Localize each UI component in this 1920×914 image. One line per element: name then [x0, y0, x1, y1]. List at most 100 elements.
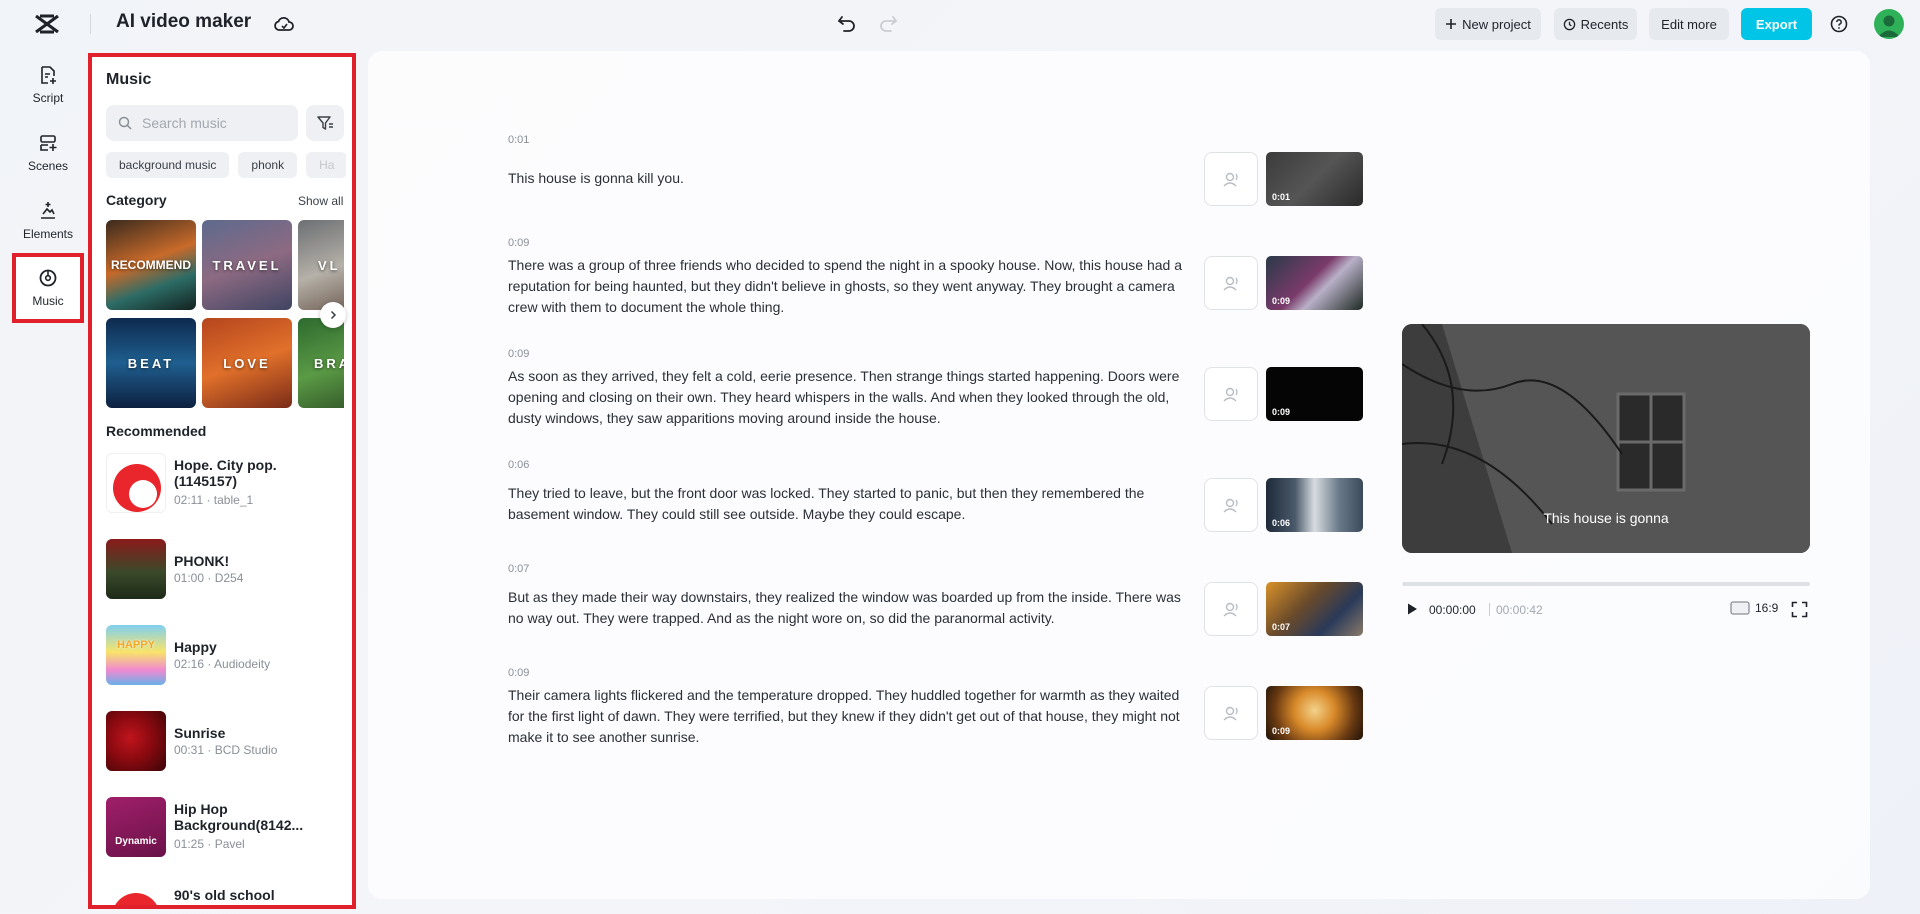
music-thumb-art: [115, 893, 157, 905]
capcut-logo-icon[interactable]: [34, 13, 60, 35]
music-meta: 02:16 · Audiodeity: [174, 657, 271, 671]
edit-more-button[interactable]: Edit more: [1649, 8, 1729, 40]
script-icon: [41, 66, 56, 84]
music-thumb: [106, 711, 166, 771]
scene-text[interactable]: Their camera lights flickered and the te…: [508, 685, 1186, 748]
music-item[interactable]: Hope. City pop.(1145157) 02:11 · table_1: [106, 451, 350, 513]
nav-elements-label: Elements: [22, 227, 74, 241]
music-title: Happy: [174, 639, 217, 655]
aspect-ratio-selector[interactable]: 16:9: [1730, 601, 1778, 615]
show-all-link[interactable]: Show all: [298, 194, 343, 208]
scene-thumbnail[interactable]: 0:01: [1266, 152, 1363, 206]
scene-text[interactable]: There was a group of three friends who d…: [508, 255, 1186, 318]
music-panel: Music background music phonk Ha Category…: [88, 53, 356, 909]
tag-background-music[interactable]: background music: [106, 152, 230, 178]
nav-elements[interactable]: Elements: [12, 188, 84, 254]
fullscreen-icon[interactable]: [1791, 601, 1808, 618]
nav-music[interactable]: Music: [12, 253, 84, 323]
category-recommend[interactable]: RECOMMEND: [106, 220, 196, 310]
nav-script[interactable]: Script: [12, 52, 84, 118]
scene-thumb-time: 0:09: [1272, 296, 1291, 306]
music-title: PHONK!: [174, 553, 230, 569]
search-box[interactable]: [106, 105, 298, 141]
category-travel[interactable]: TRAVEL: [202, 220, 292, 310]
video-preview[interactable]: This house is gonna: [1402, 324, 1810, 553]
scene-thumbnail[interactable]: 0:06: [1266, 478, 1363, 532]
music-title: 90's old school: [174, 887, 275, 903]
scene-thumbnail[interactable]: 0:07: [1266, 582, 1363, 636]
scene-duration: 0:07: [508, 563, 530, 575]
scene-thumbnail[interactable]: 0:09: [1266, 367, 1363, 421]
filter-button[interactable]: [306, 105, 344, 141]
undo-icon[interactable]: [836, 12, 858, 34]
help-icon[interactable]: [1829, 14, 1849, 34]
scenes-icon: [40, 135, 57, 151]
recommended-heading: Recommended: [106, 423, 207, 439]
plus-icon: [1446, 19, 1457, 29]
voiceover-icon: [1223, 276, 1238, 291]
new-project-button[interactable]: New project: [1435, 8, 1541, 40]
nav-script-label: Script: [32, 91, 64, 105]
export-label: Export: [1755, 16, 1798, 32]
scene-thumbnail[interactable]: 0:09: [1266, 686, 1363, 740]
user-avatar[interactable]: [1874, 9, 1904, 39]
nav-scenes[interactable]: Scenes: [12, 120, 84, 186]
music-item[interactable]: 90's old school: [106, 881, 350, 905]
title-divider: [90, 14, 91, 34]
recents-button[interactable]: Recents: [1554, 8, 1637, 40]
category-brand[interactable]: BRA: [298, 318, 344, 408]
category-love[interactable]: LOVE: [202, 318, 292, 408]
music-thumb: HAPPY: [106, 625, 166, 685]
user-avatar-icon: [1878, 15, 1900, 37]
scene-thumb-time: 0:09: [1272, 726, 1291, 736]
music-panel-title: Music: [106, 71, 152, 88]
scene-duration: 0:09: [508, 348, 530, 360]
search-music-input[interactable]: [142, 115, 282, 131]
scene-duration: 0:09: [508, 667, 530, 679]
scene-text[interactable]: This house is gonna kill you.: [508, 168, 1186, 189]
music-item[interactable]: PHONK! 01:00 · D254: [106, 537, 350, 599]
scene-text[interactable]: But as they made their way downstairs, t…: [508, 587, 1186, 629]
cloud-sync-icon[interactable]: [272, 12, 296, 36]
music-item[interactable]: Dynamic Hip Hop Background(8142... 01:25…: [106, 795, 350, 857]
music-title: Hope. City pop.(1145157): [174, 457, 277, 489]
voiceover-button[interactable]: [1204, 686, 1258, 740]
time-divider: [1489, 603, 1490, 616]
scene-duration: 0:09: [508, 237, 530, 249]
category-brand-label: BRA: [314, 355, 344, 371]
playback-progress-bar[interactable]: [1402, 582, 1810, 586]
chevron-right-icon: [330, 310, 337, 320]
scene-thumb-time: 0:07: [1272, 622, 1291, 632]
category-vlog[interactable]: VL: [298, 220, 344, 310]
category-heading: Category: [106, 192, 167, 208]
scene-thumb-time: 0:09: [1272, 407, 1291, 417]
play-icon[interactable]: [1404, 601, 1420, 617]
nav-music-label: Music: [32, 294, 64, 308]
music-item[interactable]: Sunrise 00:31 · BCD Studio: [106, 709, 350, 771]
scene-thumb-time: 0:06: [1272, 518, 1291, 528]
scene-thumbnail[interactable]: 0:09: [1266, 256, 1363, 310]
export-button[interactable]: Export: [1741, 8, 1812, 40]
search-tags: background music phonk Ha: [106, 152, 346, 178]
scene-text[interactable]: As soon as they arrived, they felt a col…: [508, 366, 1186, 429]
music-meta: 01:25 · Pavel: [174, 837, 245, 851]
voiceover-button[interactable]: [1204, 367, 1258, 421]
edit-more-label: Edit more: [1661, 16, 1717, 32]
tag-ha[interactable]: Ha: [306, 152, 346, 178]
scene-text[interactable]: They tried to leave, but the front door …: [508, 483, 1186, 525]
history-icon: [1563, 18, 1575, 30]
voiceover-button[interactable]: [1204, 152, 1258, 206]
voiceover-button[interactable]: [1204, 256, 1258, 310]
voiceover-button[interactable]: [1204, 478, 1258, 532]
tag-phonk[interactable]: phonk: [238, 152, 298, 178]
aspect-ratio-label: 16:9: [1755, 601, 1779, 615]
new-project-label: New project: [1462, 16, 1531, 32]
voiceover-button[interactable]: [1204, 582, 1258, 636]
music-thumb-text: Dynamic: [115, 836, 157, 847]
app-title: AI video maker: [116, 11, 252, 32]
category-next-button[interactable]: [320, 302, 346, 328]
redo-icon[interactable]: [877, 12, 899, 34]
music-item[interactable]: HAPPY Happy 02:16 · Audiodeity: [106, 623, 350, 685]
voiceover-icon: [1223, 602, 1238, 617]
category-beat[interactable]: BEAT: [106, 318, 196, 408]
